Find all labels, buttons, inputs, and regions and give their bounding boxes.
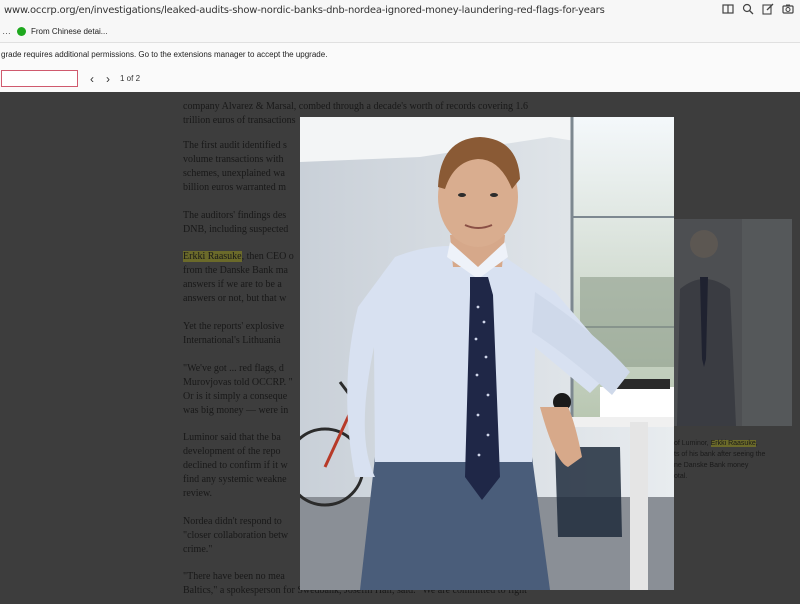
caption-line: ne Danske Bank money [674,462,749,469]
edit-icon[interactable] [762,3,774,15]
caption-text: of Luminor, [674,440,709,447]
bookmark-item[interactable]: From Chinese detai... [17,26,108,36]
address-bar-tools [722,3,794,15]
leaf-icon [17,26,26,36]
extension-notice: grade requires additional permissions. G… [0,43,800,65]
text-fragment: then CEO o [246,251,294,262]
caption-highlight: Erkki Raasuke [710,440,756,447]
lightbox-image[interactable] [300,117,674,590]
address-bar[interactable]: www.occrp.org/en/investigations/leaked-a… [0,0,800,20]
caption-line: of Luminor, Erkki Raasuke, [674,440,758,447]
bookmarks-bar: … From Chinese detai... [0,20,800,43]
caption-line: ts of his bank after seeing the [674,451,766,458]
reader-view-icon[interactable] [722,3,734,15]
highlighted-name: Erkki Raasuke [183,251,242,262]
find-prev-button[interactable]: ‹ [90,72,94,86]
find-input[interactable] [1,70,78,87]
url-text[interactable]: www.occrp.org/en/investigations/leaked-a… [4,5,605,16]
caption-line: otal. [674,473,688,480]
side-photo [672,219,792,426]
bookmarks-overflow[interactable]: … [2,26,11,36]
notice-text: grade requires additional permissions. G… [1,49,328,59]
find-next-button[interactable]: › [106,72,110,86]
zoom-icon[interactable] [742,3,754,15]
find-match-count: 1 of 2 [120,74,141,83]
bookmark-label: From Chinese detai... [31,26,108,36]
photo-caption: of Luminor, Erkki Raasuke, ts of his ban… [674,438,794,482]
screenshot-icon[interactable] [782,3,794,15]
find-bar: ‹ › 1 of 2 [0,65,800,93]
portrait-photo [300,117,674,590]
text-line: company Alvarez & Marsal, combed through… [183,101,529,112]
